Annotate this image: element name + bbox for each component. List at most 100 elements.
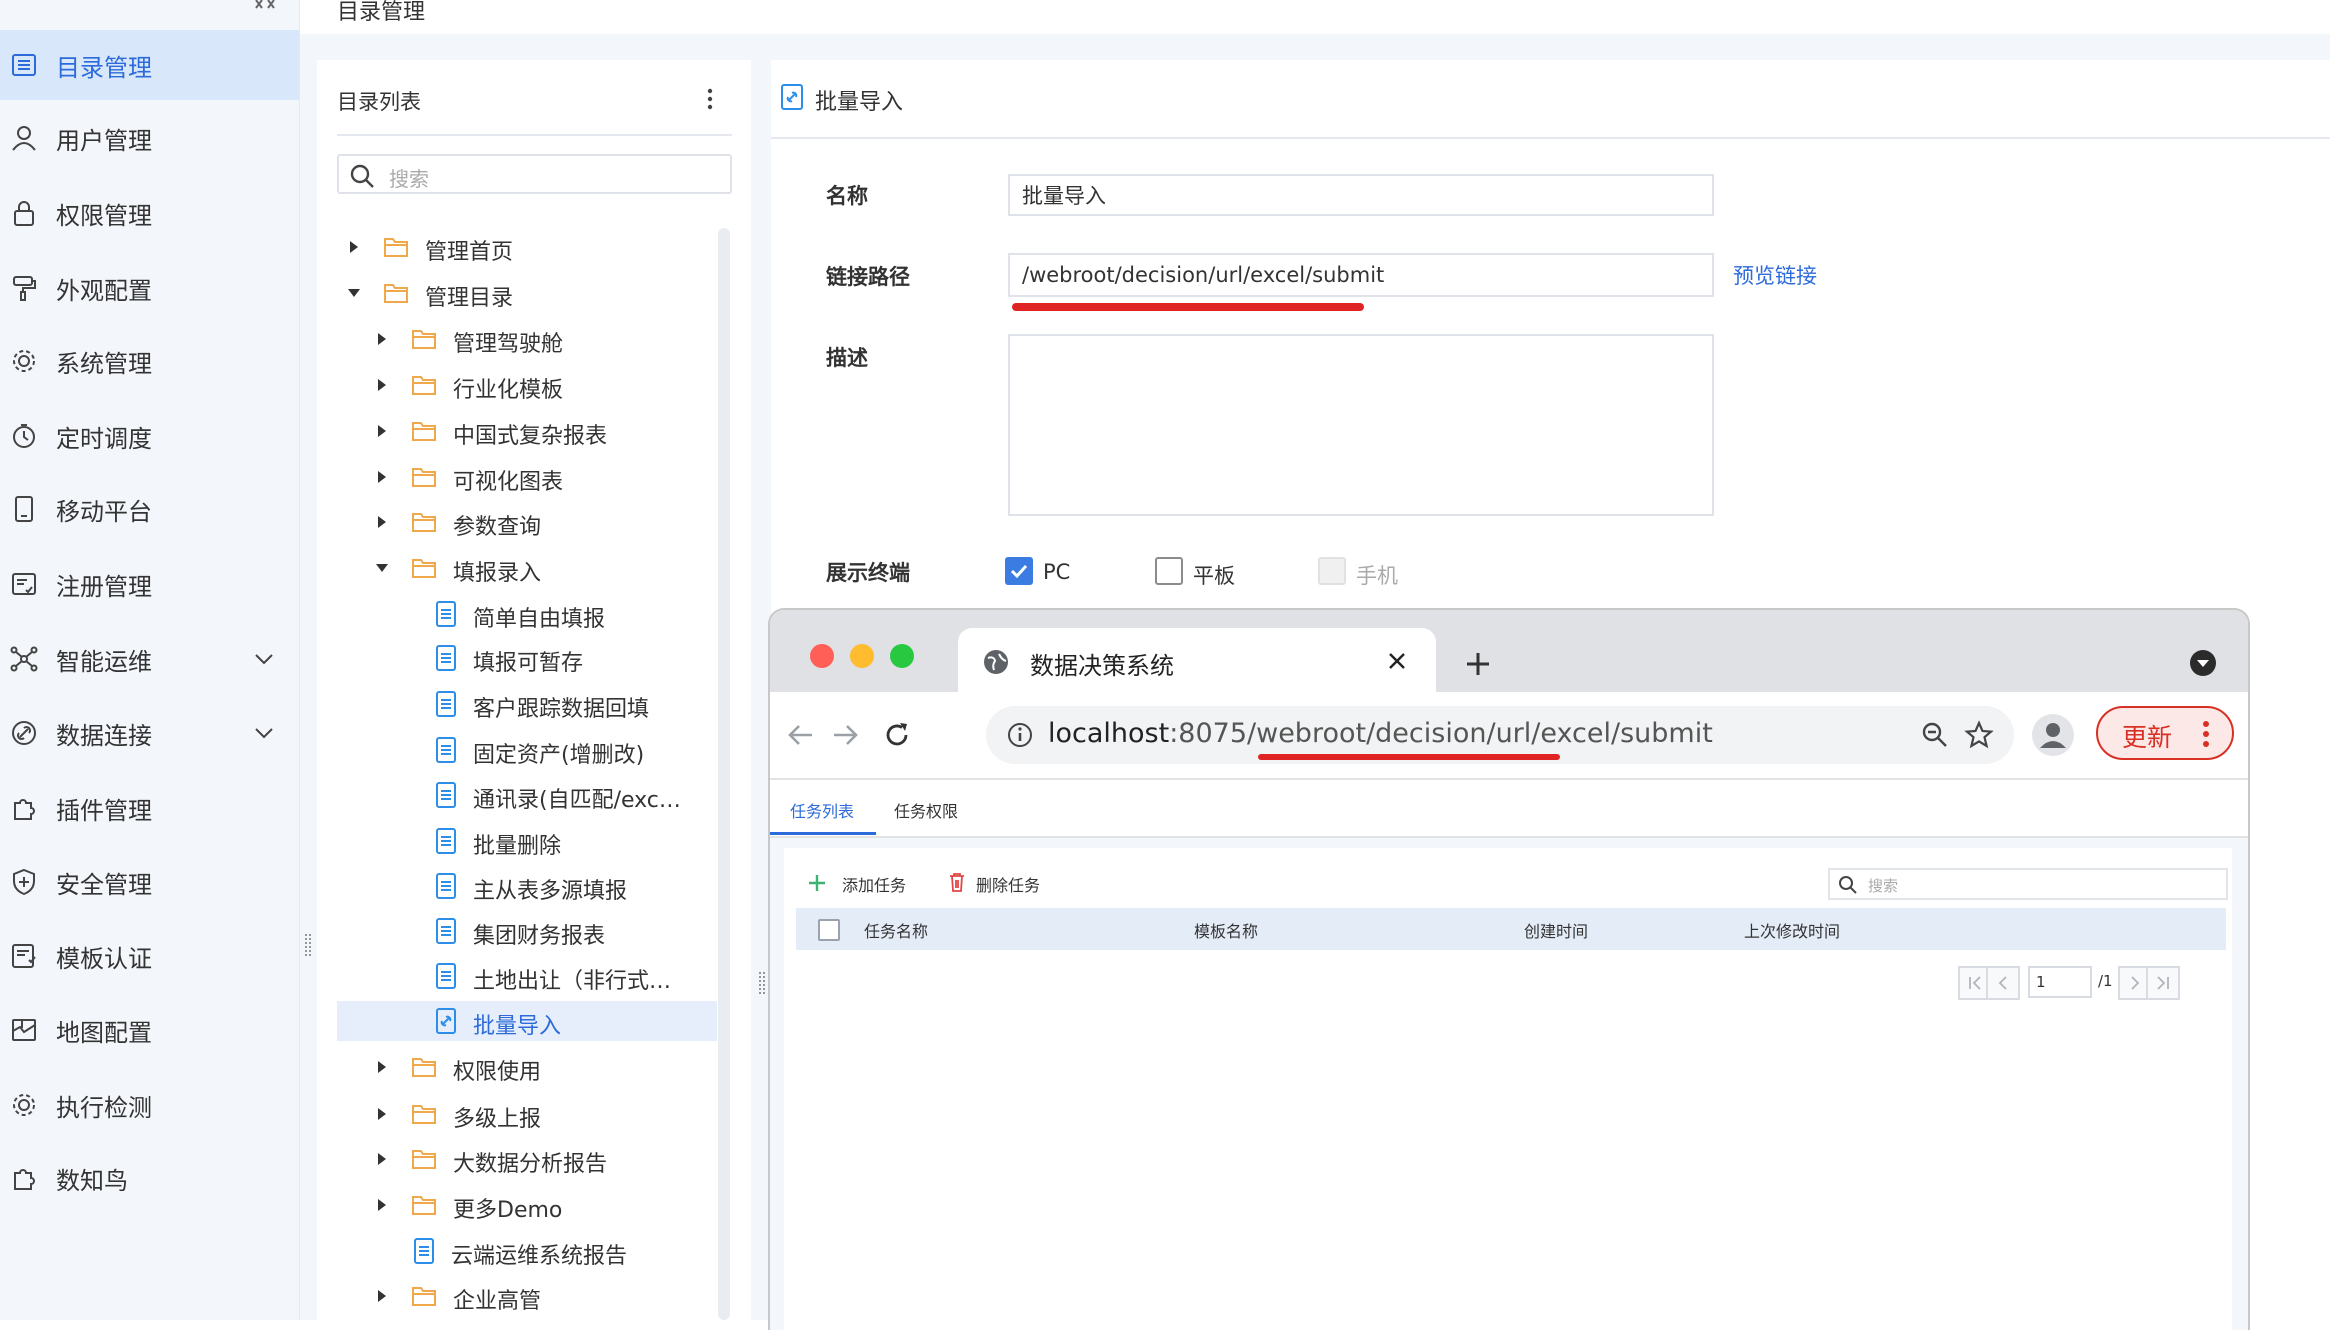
resize-handle[interactable]: [758, 972, 766, 994]
tab-search-icon[interactable]: [2188, 648, 2218, 678]
caret-right-icon[interactable]: [375, 515, 389, 529]
name-field[interactable]: 批量导入: [1008, 174, 1714, 216]
collapse-icon[interactable]: [252, 0, 276, 12]
column-header: 创建时间: [1524, 922, 1589, 941]
sidebar-item[interactable]: 模板认证: [0, 921, 299, 991]
tree-folder-node[interactable]: 管理驾驶舱: [337, 319, 717, 359]
caret-right-icon[interactable]: [347, 240, 361, 254]
path-field[interactable]: /webroot/decision/url/excel/submit: [1008, 253, 1714, 297]
tree-node-label: 权限使用: [453, 1060, 542, 1085]
select-all-checkbox[interactable]: [818, 919, 840, 941]
tree-file-node[interactable]: 主从表多源填报: [337, 866, 717, 906]
caret-right-icon[interactable]: [375, 378, 389, 392]
page-number-input[interactable]: 1: [2028, 966, 2092, 998]
tree-folder-node[interactable]: 权限使用: [337, 1047, 717, 1087]
sidebar-item[interactable]: 地图配置: [0, 995, 299, 1065]
sidebar-item[interactable]: 数知鸟: [0, 1143, 299, 1213]
sidebar-item[interactable]: 系统管理: [0, 326, 299, 396]
sidebar-item[interactable]: 外观配置: [0, 253, 299, 323]
sidebar-item[interactable]: 定时调度: [0, 401, 299, 471]
update-button[interactable]: 更新: [2096, 706, 2234, 760]
caret-right-icon[interactable]: [375, 424, 389, 438]
caret-right-icon[interactable]: [375, 1060, 389, 1074]
reload-icon[interactable]: [882, 720, 912, 750]
tree-folder-node[interactable]: 中国式复杂报表: [337, 411, 717, 451]
tablet-checkbox[interactable]: [1155, 557, 1183, 585]
pc-label: PC: [1043, 560, 1071, 584]
delete-task-button[interactable]: 删除任务: [976, 872, 1040, 896]
back-icon[interactable]: [786, 720, 816, 750]
tree-folder-node[interactable]: 填报录入: [337, 548, 717, 588]
tree-folder-node[interactable]: 行业化模板: [337, 365, 717, 405]
tree-file-node[interactable]: 集团财务报表: [337, 911, 717, 951]
tree-file-node[interactable]: 填报可暂存: [337, 638, 717, 678]
tree-folder-node[interactable]: 管理首页: [337, 227, 717, 267]
tree-folder-node[interactable]: 大数据分析报告: [337, 1139, 717, 1179]
trash-icon[interactable]: [948, 872, 966, 892]
sidebar-item[interactable]: 数据连接: [0, 698, 299, 768]
sidebar-item[interactable]: 注册管理: [0, 549, 299, 619]
caret-down-icon[interactable]: [375, 561, 389, 575]
pc-checkbox[interactable]: [1005, 557, 1033, 585]
add-icon[interactable]: [808, 874, 826, 892]
tree-scrollbar[interactable]: [718, 228, 730, 1320]
profile-avatar[interactable]: [2032, 714, 2074, 756]
last-page-button[interactable]: [2146, 966, 2180, 1000]
sidebar-item[interactable]: 插件管理: [0, 773, 299, 843]
tree-folder-node[interactable]: 多级上报: [337, 1094, 717, 1134]
forward-icon[interactable]: [830, 720, 860, 750]
tree-folder-node[interactable]: 可视化图表: [337, 457, 717, 497]
caret-right-icon[interactable]: [375, 1289, 389, 1303]
tree-file-node[interactable]: 土地出让（非行式…: [337, 956, 717, 996]
sidebar-item[interactable]: 智能运维: [0, 624, 299, 694]
tree-folder-node[interactable]: 参数查询: [337, 502, 717, 542]
description-label: 描述: [826, 346, 868, 370]
preview-link[interactable]: 预览链接: [1733, 260, 1817, 290]
new-tab-icon[interactable]: [1464, 650, 1492, 678]
chevron-down-icon: [255, 728, 273, 739]
tree-search-input[interactable]: 搜索: [337, 154, 732, 194]
sidebar-item-label: 移动平台: [56, 497, 152, 526]
tree-folder-node[interactable]: 管理目录: [337, 273, 717, 313]
page-total: /1: [2098, 972, 2113, 990]
tree-file-node[interactable]: 批量删除: [337, 821, 717, 861]
caret-right-icon[interactable]: [375, 1152, 389, 1166]
sidebar-item[interactable]: 执行检测: [0, 1070, 299, 1140]
caret-right-icon[interactable]: [375, 332, 389, 346]
tree-file-node[interactable]: 客户跟踪数据回填: [337, 684, 717, 724]
add-task-button[interactable]: 添加任务: [842, 872, 906, 896]
tree-file-node[interactable]: 通讯录(自匹配/exc…: [337, 775, 717, 815]
maximize-window-button[interactable]: [890, 644, 914, 668]
tree-file-node[interactable]: 固定资产(增删改): [337, 730, 717, 770]
close-window-button[interactable]: [810, 644, 834, 668]
tree-folder-node[interactable]: 更多Demo: [337, 1185, 717, 1225]
bookmark-star-icon[interactable]: [1964, 720, 1994, 750]
browser-window: 数据决策系统 localhost:8075/webroot/decision/u…: [770, 610, 2248, 1330]
caret-down-icon[interactable]: [347, 286, 361, 300]
paint-roller-icon: [13, 276, 36, 301]
tree-file-node[interactable]: 批量导入: [337, 1001, 717, 1041]
minimize-window-button[interactable]: [850, 644, 874, 668]
tab-task-permission[interactable]: 任务权限: [894, 798, 958, 822]
close-tab-icon[interactable]: [1388, 652, 1406, 670]
sidebar-item[interactable]: 移动平台: [0, 474, 299, 544]
sidebar-item[interactable]: 安全管理: [0, 847, 299, 917]
more-options-icon[interactable]: [700, 86, 720, 112]
tree-file-node[interactable]: 云端运维系统报告: [337, 1231, 717, 1271]
caret-right-icon[interactable]: [375, 1198, 389, 1212]
folder-icon: [412, 422, 436, 441]
caret-right-icon[interactable]: [375, 470, 389, 484]
tree-folder-node[interactable]: 企业高管: [337, 1276, 717, 1316]
sidebar-item[interactable]: 用户管理: [0, 103, 299, 173]
tab-task-list[interactable]: 任务列表: [790, 798, 854, 822]
task-search-input[interactable]: 搜索: [1828, 868, 2228, 900]
prev-page-button[interactable]: [1986, 966, 2020, 1000]
tree-file-node[interactable]: 简单自由填报: [337, 594, 717, 634]
caret-right-icon[interactable]: [375, 1107, 389, 1121]
zoom-icon[interactable]: [1920, 720, 1950, 750]
sidebar-item[interactable]: 目录管理: [0, 30, 299, 100]
sidebar-item[interactable]: 权限管理: [0, 178, 299, 248]
resize-handle[interactable]: [304, 934, 312, 956]
description-field[interactable]: [1008, 334, 1714, 516]
browser-tab[interactable]: 数据决策系统: [958, 628, 1436, 692]
